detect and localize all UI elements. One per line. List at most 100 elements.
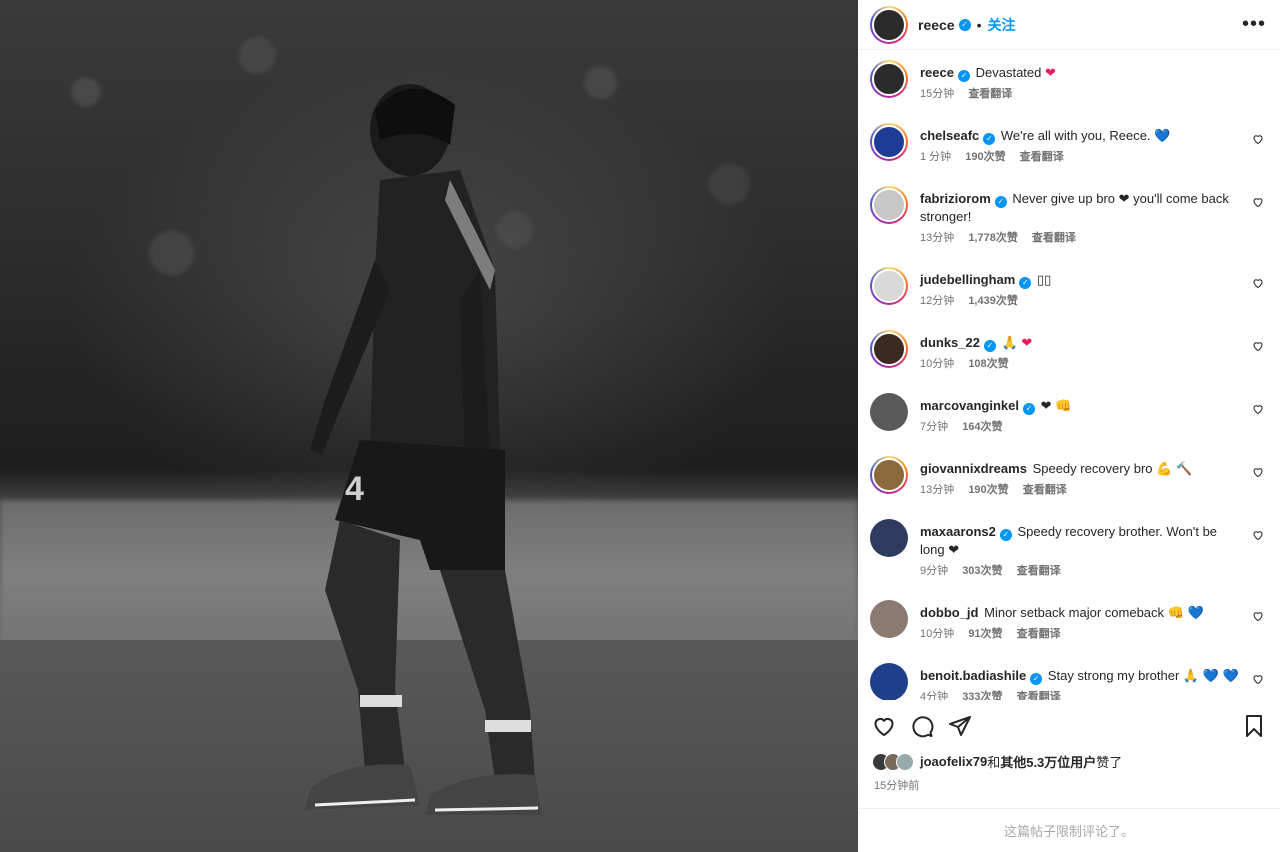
- comment-username[interactable]: dunks_22: [920, 335, 980, 350]
- see-translation-link[interactable]: 查看翻译: [1032, 232, 1076, 244]
- like-comment-heart-icon[interactable]: [1252, 403, 1264, 415]
- comment-row: marcovanginkel ✓ ❤ 👊 7分钟 164次赞: [858, 393, 1280, 436]
- like-comment-heart-icon[interactable]: [1252, 196, 1264, 208]
- comment-likes[interactable]: 333次赞: [962, 691, 1002, 700]
- red-heart-emoji: ❤: [1045, 65, 1056, 80]
- comment-likes[interactable]: 1,439次赞: [968, 295, 1018, 307]
- likes-joiner: 和: [987, 755, 1001, 770]
- see-translation-link[interactable]: 查看翻译: [1017, 691, 1061, 700]
- comment-row: giovannixdreams Speedy recovery bro 💪 🔨 …: [858, 456, 1280, 499]
- comment-likes[interactable]: 190次赞: [965, 151, 1005, 163]
- likes-others[interactable]: 其他5.3万位用户: [1000, 752, 1096, 771]
- red-heart-emoji: ❤: [1021, 335, 1033, 350]
- comment-text: We're all with you, Reece.: [1000, 128, 1151, 143]
- comment-username[interactable]: marcovanginkel: [920, 398, 1019, 413]
- comment-likes[interactable]: 190次赞: [968, 484, 1008, 496]
- more-options-icon[interactable]: •••: [1242, 13, 1266, 36]
- like-comment-heart-icon[interactable]: [1252, 673, 1264, 685]
- verified-badge-icon: ✓: [1030, 673, 1043, 685]
- comment-username[interactable]: judebellingham: [920, 272, 1015, 287]
- post-action-bar: [858, 706, 1280, 746]
- comment-avatar[interactable]: [870, 393, 908, 431]
- comment-username[interactable]: dobbo_jd: [920, 605, 979, 620]
- likes-summary[interactable]: joaofelix79 和其他5.3万位用户 赞了: [872, 752, 1122, 771]
- likes-suffix: 赞了: [1096, 755, 1123, 770]
- comment-time: 10分钟: [920, 628, 955, 640]
- like-comment-heart-icon[interactable]: [1252, 340, 1264, 352]
- see-translation-link[interactable]: 查看翻译: [968, 88, 1012, 100]
- verified-badge-icon: ✓: [1019, 277, 1032, 289]
- comment-avatar[interactable]: [870, 456, 908, 494]
- see-translation-link[interactable]: 查看翻译: [1023, 484, 1067, 496]
- comment-text: Stay strong my brother 🙏 💙: [1047, 668, 1219, 683]
- caption-text: Devastated: [975, 65, 1042, 80]
- see-translation-link[interactable]: 查看翻译: [1017, 565, 1061, 577]
- comment-username[interactable]: chelseafc: [920, 128, 979, 143]
- comment-likes[interactable]: 164次赞: [962, 421, 1002, 433]
- comment-row: chelseafc ✓ We're all with you, Reece. 💙 …: [858, 123, 1280, 166]
- comment-text: 🙏: [1001, 335, 1018, 350]
- comment-username[interactable]: giovannixdreams: [920, 461, 1027, 476]
- follow-button[interactable]: 关注: [988, 15, 1016, 35]
- author-username[interactable]: reece: [918, 17, 955, 33]
- comment-text: ❤: [1040, 398, 1052, 413]
- comment-username[interactable]: fabriziorom: [920, 191, 991, 206]
- verified-badge-icon: ✓: [983, 133, 996, 145]
- share-paper-plane-icon[interactable]: [948, 714, 972, 738]
- like-comment-heart-icon[interactable]: [1252, 610, 1264, 622]
- caption: reece ✓ Devastated ❤ 15分钟 查看翻译: [858, 60, 1280, 103]
- comment-avatar[interactable]: [870, 123, 908, 161]
- author-avatar[interactable]: [870, 5, 908, 44]
- caption-avatar[interactable]: [870, 60, 908, 98]
- comment-row: dobbo_jd Minor setback major comeback 👊 …: [858, 600, 1280, 643]
- comment-bubble-icon[interactable]: [910, 714, 934, 738]
- comment-likes[interactable]: 91次赞: [968, 628, 1002, 640]
- verified-badge-icon: ✓: [983, 340, 996, 352]
- see-translation-link[interactable]: 查看翻译: [1017, 628, 1061, 640]
- hammer-emoji: 🔨: [1175, 461, 1193, 476]
- see-translation-link[interactable]: 查看翻译: [1020, 151, 1064, 163]
- post-timestamp: 15分钟前: [874, 780, 920, 792]
- blue-heart-emoji: 💙: [1222, 668, 1239, 683]
- liker-username[interactable]: joaofelix79: [920, 754, 987, 769]
- like-comment-heart-icon[interactable]: [1252, 277, 1264, 289]
- caption-username[interactable]: reece: [920, 65, 954, 80]
- comment-avatar[interactable]: [870, 600, 908, 638]
- comment-row: maxaarons2 ✓ Speedy recovery brother. Won…: [858, 519, 1280, 580]
- comment-likes[interactable]: 1,778次赞: [968, 232, 1018, 244]
- comment-text: ▯▯: [1036, 272, 1052, 287]
- verified-badge-icon: ✓: [957, 70, 970, 82]
- verified-badge-icon: ✓: [1023, 403, 1035, 415]
- comment-time: 7分钟: [920, 421, 949, 433]
- like-comment-heart-icon[interactable]: [1252, 133, 1264, 145]
- comment-text: Minor setback major comeback 👊: [984, 605, 1184, 620]
- comments-list[interactable]: reece ✓ Devastated ❤ 15分钟 查看翻译 chelseafc ✓…: [858, 50, 1280, 700]
- blue-heart-emoji: 💙: [1187, 605, 1204, 620]
- comment-avatar[interactable]: [870, 519, 908, 557]
- verified-badge-icon: ✓: [994, 196, 1007, 208]
- comment-username[interactable]: benoit.badiashile: [920, 668, 1026, 683]
- comment-time: 13分钟: [920, 232, 955, 244]
- caption-time: 15分钟: [920, 88, 955, 100]
- save-bookmark-icon[interactable]: [1242, 714, 1266, 738]
- post-photo[interactable]: 4: [0, 0, 858, 852]
- comment-row: judebellingham ✓ ▯▯ 12分钟 1,439次赞: [858, 267, 1280, 310]
- svg-text:4: 4: [345, 470, 364, 508]
- verified-badge-icon: ✓: [958, 18, 971, 31]
- comment-avatar[interactable]: [870, 267, 908, 305]
- comment-avatar[interactable]: [870, 330, 908, 368]
- comment-username[interactable]: maxaarons2: [920, 524, 996, 539]
- liker-avatars: [872, 752, 914, 771]
- comment-text: Speedy recovery bro 💪: [1032, 461, 1173, 476]
- comment-avatar[interactable]: [870, 186, 908, 224]
- comment-row: benoit.badiashile ✓ Stay strong my brothe…: [858, 663, 1280, 700]
- post-side-panel: reece ✓ • 关注 ••• reece ✓ Devastated ❤ 15分…: [858, 0, 1280, 852]
- like-heart-icon[interactable]: [872, 714, 896, 738]
- comment-likes[interactable]: 108次赞: [968, 358, 1008, 370]
- comment-likes[interactable]: 303次赞: [962, 565, 1002, 577]
- comment-avatar[interactable]: [870, 663, 908, 700]
- like-comment-heart-icon[interactable]: [1252, 529, 1264, 541]
- comment-row: dunks_22 ✓ 🙏 ❤ 10分钟 108次赞: [858, 330, 1280, 373]
- like-comment-heart-icon[interactable]: [1252, 466, 1264, 478]
- fist-emoji: 👊: [1055, 398, 1072, 413]
